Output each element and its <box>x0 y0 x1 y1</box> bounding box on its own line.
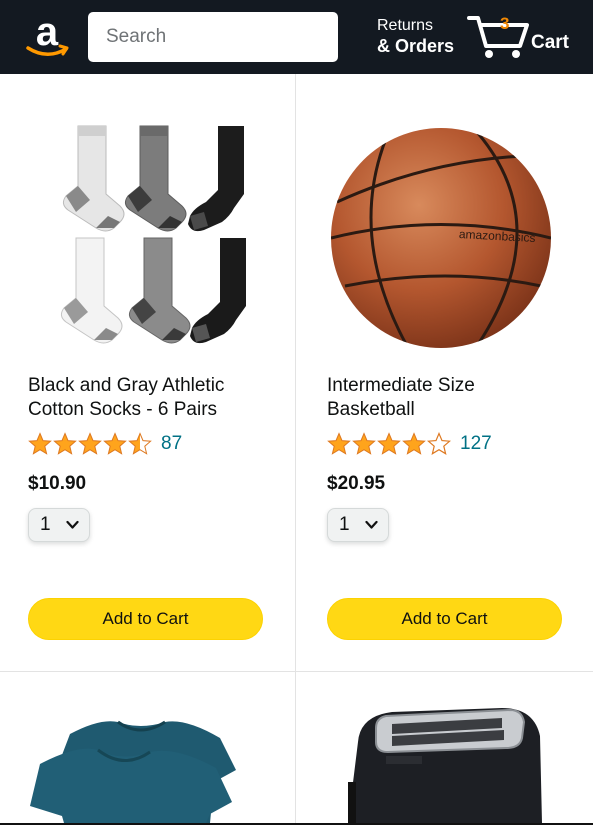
product-card <box>296 672 591 823</box>
add-to-cart-button[interactable]: Add to Cart <box>28 598 263 640</box>
star-full-icon <box>53 432 77 455</box>
star-full-icon <box>402 432 426 455</box>
review-count-link[interactable]: 87 <box>161 433 182 455</box>
star-full-icon <box>78 432 102 455</box>
star-full-icon <box>103 432 127 455</box>
search-input[interactable] <box>88 12 338 62</box>
amazon-logo[interactable]: a <box>22 10 72 62</box>
quantity-value: 1 <box>339 514 350 535</box>
star-full-icon <box>327 432 351 455</box>
orders-label: & Orders <box>377 36 455 56</box>
rating-stars <box>327 432 452 456</box>
product-price: $20.95 <box>327 473 386 494</box>
quantity-select[interactable]: 1 <box>327 508 389 542</box>
returns-label: Returns <box>377 17 434 34</box>
cart-count: 3 <box>500 14 510 33</box>
tshirt-image[interactable] <box>0 672 295 823</box>
product-card <box>0 672 295 823</box>
toaster-image[interactable] <box>296 672 591 823</box>
star-full-icon <box>28 432 52 455</box>
product-card: amazonbasics Intermediate Size Basketbal… <box>296 74 591 671</box>
product-title[interactable]: Black and Gray Athletic Cotton Socks - 6… <box>28 374 268 422</box>
rating-stars <box>28 432 153 456</box>
product-grid: Black and Gray Athletic Cotton Socks - 6… <box>0 74 593 825</box>
quantity-value: 1 <box>40 514 51 535</box>
chevron-down-icon <box>365 520 378 529</box>
product-title[interactable]: Intermediate Size Basketball <box>327 374 567 422</box>
review-count-link[interactable]: 127 <box>460 433 492 455</box>
star-full-icon <box>377 432 401 455</box>
returns-orders-link[interactable]: Returns & Orders <box>377 15 454 57</box>
cart-label: Cart <box>531 32 570 53</box>
socks-image[interactable] <box>28 116 262 356</box>
chevron-down-icon <box>66 520 79 529</box>
star-full-icon <box>352 432 376 455</box>
basketball-image[interactable]: amazonbasics <box>327 116 561 356</box>
search-bar <box>88 12 338 62</box>
star-empty-icon <box>427 432 451 455</box>
product-rating: 127 <box>327 432 492 456</box>
product-price: $10.90 <box>28 473 87 494</box>
cart-icon <box>467 16 529 58</box>
cart-button[interactable]: 3 Cart <box>467 12 577 62</box>
product-card: Black and Gray Athletic Cotton Socks - 6… <box>0 74 295 671</box>
quantity-select[interactable]: 1 <box>28 508 90 542</box>
header: a Returns & Orders 3 Cart <box>0 0 593 74</box>
star-half-icon <box>128 432 152 455</box>
svg-text:a: a <box>36 12 59 54</box>
product-rating: 87 <box>28 432 182 456</box>
add-to-cart-button[interactable]: Add to Cart <box>327 598 562 640</box>
